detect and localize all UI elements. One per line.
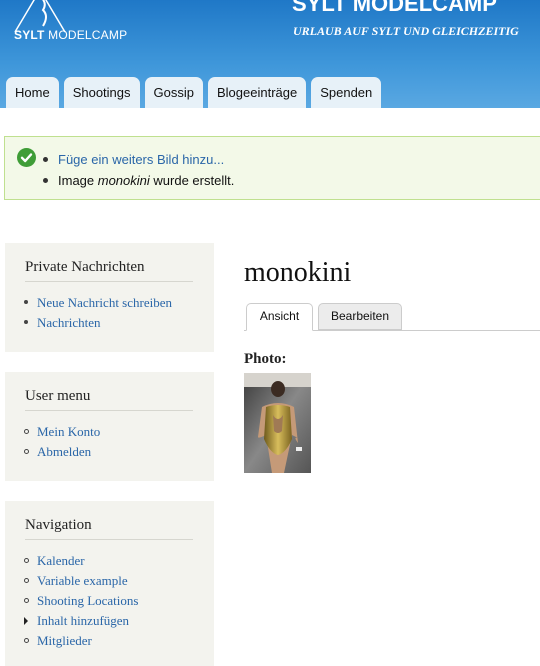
page-title: monokini bbox=[244, 257, 352, 288]
photo-image[interactable] bbox=[244, 373, 311, 473]
list-item: Mitglieder bbox=[23, 631, 138, 651]
logo-text[interactable]: SYLT MODELCAMP bbox=[14, 28, 127, 42]
list-item: Neue Nachricht schreiben bbox=[24, 293, 172, 313]
status-message: Füge ein weiters Bild hinzu... Image mon… bbox=[4, 136, 540, 200]
add-content-link[interactable]: Inhalt hinzufügen bbox=[37, 613, 129, 628]
primary-nav: Home Shootings Gossip Blogeeinträge Spen… bbox=[6, 77, 386, 108]
nav-tab-shootings[interactable]: Shootings bbox=[63, 77, 140, 108]
tab-edit[interactable]: Bearbeiten bbox=[318, 303, 402, 330]
shooting-locations-link[interactable]: Shooting Locations bbox=[37, 593, 138, 608]
site-header: SYLT MODELCAMP SYLT MODELCAMP URLAUB AUF… bbox=[0, 0, 540, 108]
site-slogan: URLAUB AUF SYLT UND GLEICHZEITIG bbox=[293, 24, 519, 38]
messages-link[interactable]: Nachrichten bbox=[37, 315, 101, 330]
new-message-link[interactable]: Neue Nachricht schreiben bbox=[37, 295, 172, 310]
block-title: Private Nachrichten bbox=[25, 259, 193, 282]
add-image-link[interactable]: Füge ein weiters Bild hinzu... bbox=[58, 152, 224, 167]
members-link[interactable]: Mitglieder bbox=[37, 633, 92, 648]
calendar-link[interactable]: Kalender bbox=[37, 553, 85, 568]
list-item: Mein Konto bbox=[23, 422, 100, 442]
my-account-link[interactable]: Mein Konto bbox=[37, 424, 100, 439]
message-item: Image monokini wurde erstellt. bbox=[42, 170, 234, 191]
list-item: Variable example bbox=[23, 571, 138, 591]
nav-tab-blog[interactable]: Blogeeinträge bbox=[207, 77, 307, 108]
check-icon bbox=[17, 148, 36, 167]
message-item: Füge ein weiters Bild hinzu... bbox=[42, 149, 234, 170]
photo-field-label: Photo: bbox=[244, 351, 287, 367]
block-user-menu: User menu Mein Konto Abmelden bbox=[5, 372, 214, 481]
nav-tab-home[interactable]: Home bbox=[6, 77, 59, 108]
block-private-messages: Private Nachrichten Neue Nachricht schre… bbox=[5, 243, 214, 352]
created-node-name: monokini bbox=[97, 173, 150, 188]
site-name[interactable]: SYLT MODELCAMP bbox=[292, 0, 497, 17]
list-item: Abmelden bbox=[23, 442, 100, 462]
local-tabs: Ansicht Bearbeiten bbox=[244, 303, 540, 331]
list-item: Inhalt hinzufügen bbox=[23, 611, 138, 631]
variable-example-link[interactable]: Variable example bbox=[37, 573, 128, 588]
list-item: Nachrichten bbox=[24, 313, 172, 333]
nav-tab-gossip[interactable]: Gossip bbox=[144, 77, 203, 108]
logout-link[interactable]: Abmelden bbox=[37, 444, 91, 459]
tab-view[interactable]: Ansicht bbox=[246, 303, 313, 331]
photo-image-graphic bbox=[244, 373, 311, 473]
nav-tab-spenden[interactable]: Spenden bbox=[311, 77, 382, 108]
block-title: User menu bbox=[25, 388, 193, 411]
block-title: Navigation bbox=[25, 517, 193, 540]
block-navigation: Navigation Kalender Variable example Sho… bbox=[5, 501, 214, 666]
list-item: Kalender bbox=[23, 551, 138, 571]
list-item: Shooting Locations bbox=[23, 591, 138, 611]
